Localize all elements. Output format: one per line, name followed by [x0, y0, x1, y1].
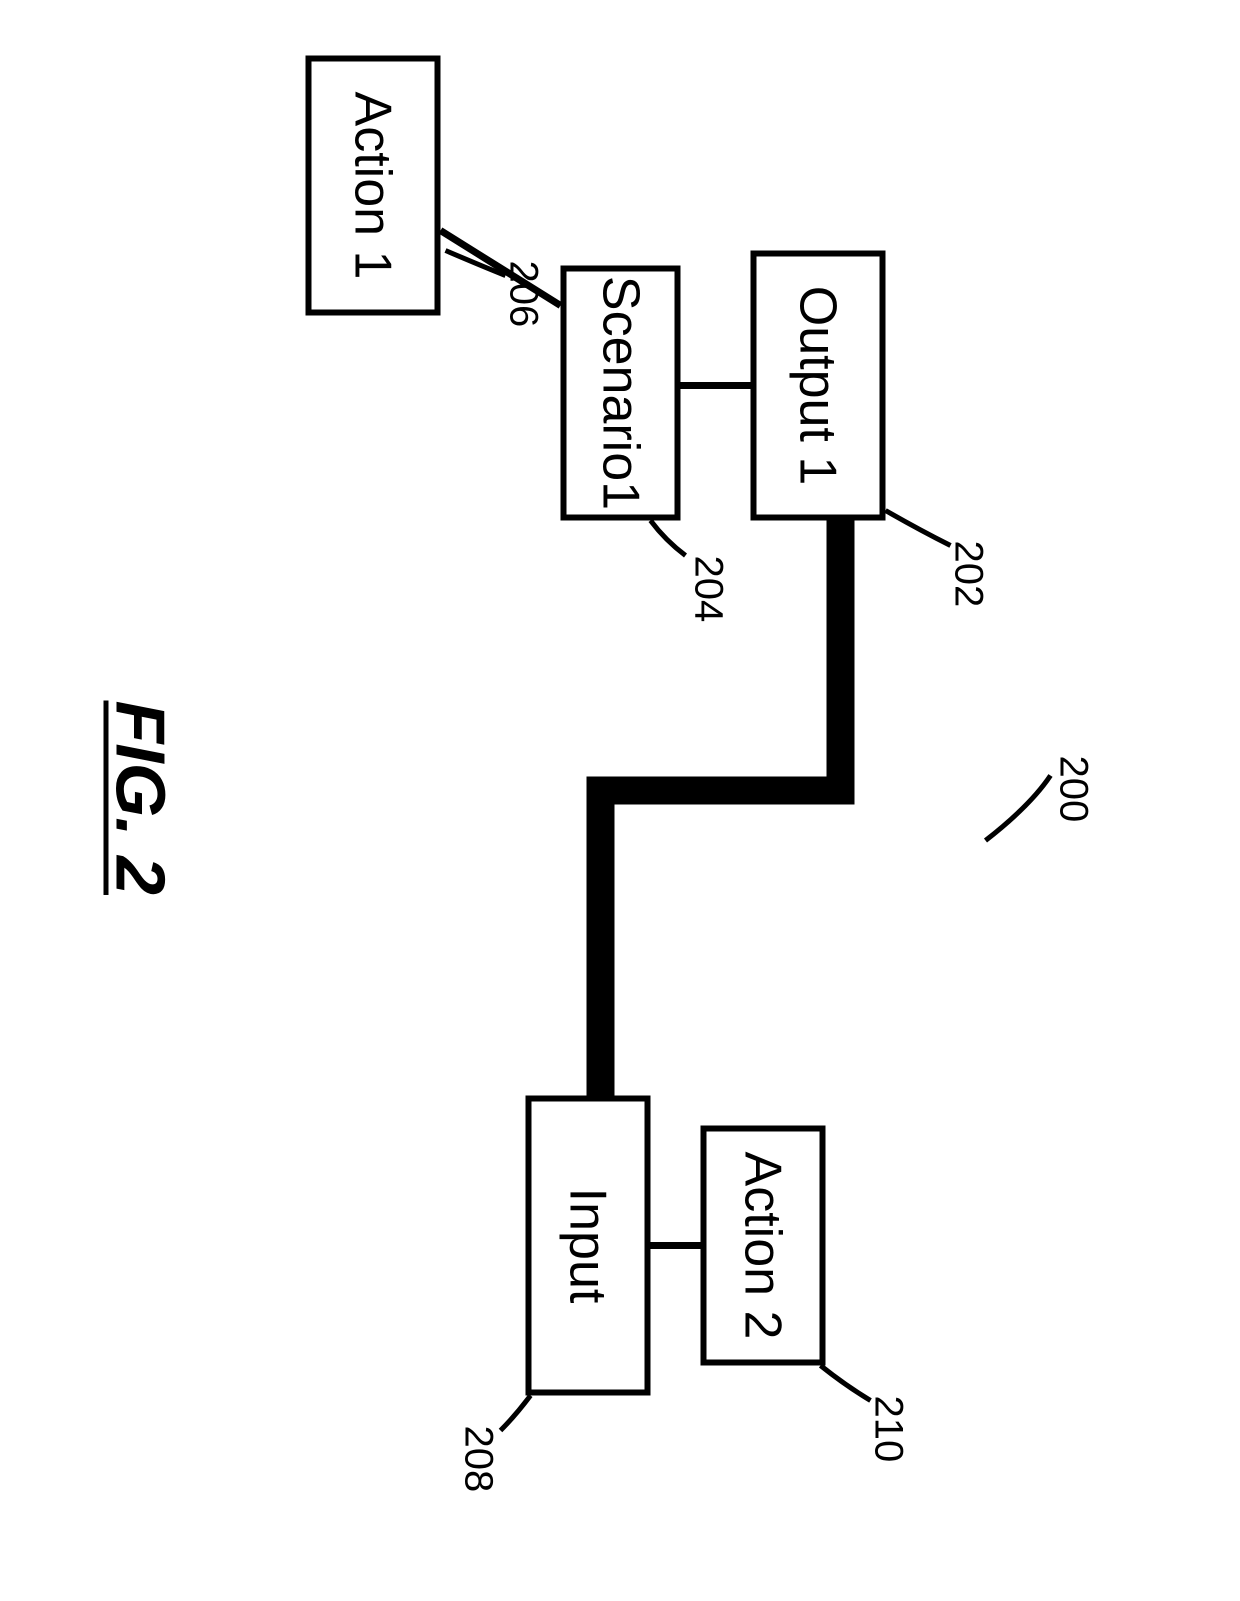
block-output-1: Output 1: [750, 250, 885, 520]
ref-action-2: 210: [865, 1395, 910, 1462]
diagram-stage: Output 1 Scenario1 Action 1 Action 2 Inp…: [0, 0, 1240, 1601]
block-input: Input: [525, 1095, 650, 1395]
block-action-1: Action 1: [305, 55, 440, 315]
figure-caption: FIG. 2: [100, 700, 180, 894]
block-label: Scenario1: [590, 275, 650, 509]
block-label: Input: [558, 1187, 618, 1303]
diagram-canvas: Output 1 Scenario1 Action 1 Action 2 Inp…: [0, 0, 1240, 1601]
ref-scenario-1: 204: [685, 555, 730, 622]
ref-figure: 200: [1050, 755, 1095, 822]
block-label: Action 1: [343, 91, 403, 279]
block-action-2: Action 2: [700, 1125, 825, 1365]
block-label: Action 2: [733, 1151, 793, 1339]
block-label: Output 1: [788, 285, 848, 484]
ref-action-1: 206: [500, 260, 545, 327]
ref-input: 208: [455, 1425, 500, 1492]
ref-output-1: 202: [945, 540, 990, 607]
block-scenario-1: Scenario1: [560, 265, 680, 520]
